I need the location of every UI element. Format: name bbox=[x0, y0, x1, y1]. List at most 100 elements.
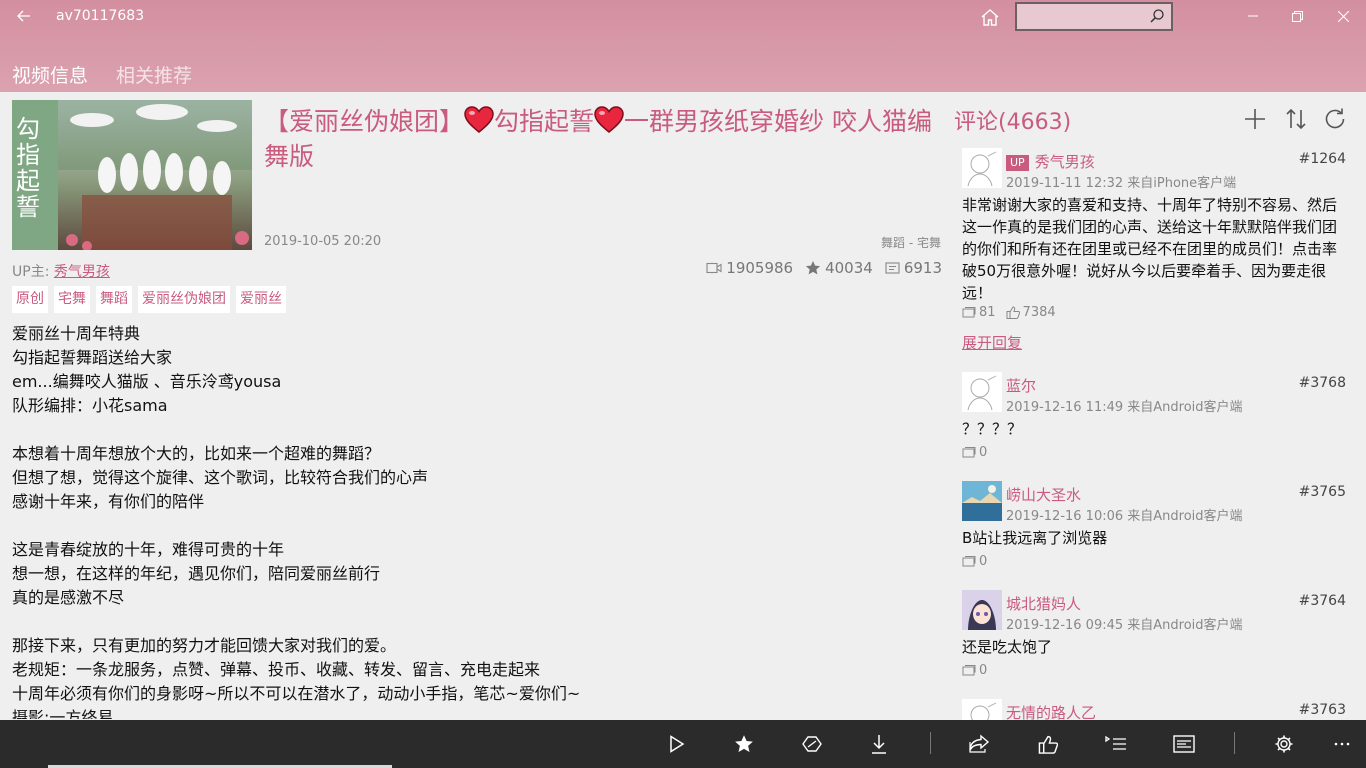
reply-count[interactable]: 81 bbox=[962, 305, 996, 320]
more-icon bbox=[1334, 742, 1350, 746]
description-line: 这是青春绽放的十年，难得可贵的十年 bbox=[12, 540, 285, 559]
tab-video-info[interactable]: 视频信息 bbox=[12, 61, 88, 88]
reply-count[interactable]: 0 bbox=[962, 445, 987, 460]
comment-time: 2019-11-11 12:32 来自iPhone客户端 bbox=[1006, 176, 1237, 191]
home-button[interactable] bbox=[976, 4, 1004, 30]
commenter-name[interactable]: 无情的路人乙 bbox=[1006, 702, 1096, 720]
settings-button[interactable] bbox=[1267, 728, 1301, 760]
commenter-name[interactable]: 崂山大圣水 bbox=[1006, 484, 1081, 505]
commenter-name[interactable]: UP 秀气男孩 bbox=[1006, 151, 1095, 172]
heart-icon bbox=[464, 106, 494, 133]
description-line: 感谢十年来，有你们的陪伴 bbox=[12, 492, 205, 511]
favorite-button[interactable] bbox=[727, 728, 761, 760]
avatar[interactable] bbox=[962, 699, 1002, 720]
danmaku-count: 6913 bbox=[903, 259, 942, 277]
description-line: 真的是感激不尽 bbox=[12, 588, 125, 607]
sort-button[interactable] bbox=[1281, 104, 1311, 134]
uploader-link[interactable]: 秀气男孩 bbox=[54, 264, 110, 280]
minimize-icon bbox=[1248, 15, 1258, 17]
danmaku-button[interactable] bbox=[1167, 728, 1201, 760]
uploader-label: UP主: bbox=[12, 264, 50, 280]
video-description: 爱丽丝十周年特典 勾指起誓舞蹈送给大家 em...编舞咬人猫版 、音乐泠鸢you… bbox=[12, 322, 932, 719]
commenter-name[interactable]: 蓝尔 bbox=[1006, 375, 1036, 396]
reply-count[interactable]: 0 bbox=[962, 554, 987, 569]
like-count[interactable]: 7384 bbox=[1006, 305, 1056, 320]
comment-floor: #3763 bbox=[1298, 702, 1346, 718]
commenter-name-text: 秀气男孩 bbox=[1034, 153, 1095, 171]
star-icon bbox=[735, 735, 753, 752]
description-line bbox=[12, 610, 932, 634]
avatar[interactable] bbox=[962, 481, 1002, 521]
sort-icon bbox=[1286, 108, 1306, 130]
tag[interactable]: 宅舞 bbox=[54, 286, 90, 313]
video-category: 舞蹈 - 宅舞 bbox=[881, 236, 941, 250]
reply-icon bbox=[962, 555, 976, 566]
publish-date: 2019-10-05 20:20 bbox=[264, 234, 382, 249]
avatar[interactable] bbox=[962, 148, 1002, 188]
description-line: 老规矩：一条龙服务，点赞、弹幕、投币、收藏、转发、留言、充电走起来 bbox=[12, 660, 541, 679]
comment-body: 还是吃太饱了 bbox=[962, 638, 1053, 656]
tag[interactable]: 原创 bbox=[12, 286, 48, 313]
comment-body: 非常谢谢大家的喜爱和支持、十周年了特别不容易、然后这一作真的是我们团的心声、送给… bbox=[962, 196, 1338, 302]
tag[interactable]: 舞蹈 bbox=[96, 286, 132, 313]
coin-button[interactable] bbox=[795, 728, 829, 760]
description-line bbox=[12, 418, 932, 442]
comment-floor: #1264 bbox=[1298, 151, 1346, 167]
tag[interactable]: 爱丽丝伪娘团 bbox=[138, 286, 230, 313]
more-button[interactable] bbox=[1325, 728, 1359, 760]
like-button[interactable] bbox=[1031, 728, 1065, 760]
close-icon bbox=[1337, 10, 1349, 22]
comment-body: ？？？？ bbox=[962, 420, 1023, 438]
comment-floor: #3765 bbox=[1298, 484, 1346, 500]
close-button[interactable] bbox=[1320, 0, 1366, 32]
views-stat: 1905986 bbox=[706, 259, 793, 277]
comments-title: 评论(4663) bbox=[954, 110, 1072, 135]
maximize-button[interactable] bbox=[1274, 0, 1320, 32]
description-line: 队形编排：小花sama bbox=[12, 396, 168, 415]
search-input[interactable] bbox=[1017, 4, 1147, 29]
reply-icon bbox=[962, 664, 976, 675]
comment-meta: 0 bbox=[962, 663, 987, 678]
video-cover[interactable]: 勾指起誓 bbox=[12, 100, 252, 250]
add-icon bbox=[1245, 109, 1265, 129]
playlist-icon bbox=[1105, 736, 1126, 750]
window-title: av70117683 bbox=[56, 8, 145, 24]
danmaku-icon bbox=[885, 262, 900, 274]
playlist-button[interactable] bbox=[1099, 728, 1133, 760]
share-button[interactable] bbox=[962, 728, 996, 760]
comment-list: UP 秀气男孩 #1264 2019-11-11 12:32 来自iPhone客户… bbox=[962, 148, 1346, 720]
reply-count[interactable]: 0 bbox=[962, 663, 987, 678]
avatar[interactable] bbox=[962, 590, 1002, 630]
description-line: 勾指起誓舞蹈送给大家 bbox=[12, 348, 173, 367]
add-comment-button[interactable] bbox=[1240, 104, 1270, 134]
danmaku-stat: 6913 bbox=[885, 259, 942, 277]
download-button[interactable] bbox=[862, 728, 896, 760]
search-icon[interactable] bbox=[1149, 8, 1165, 24]
search-box bbox=[1015, 2, 1173, 31]
video-title: 【爱丽丝伪娘团】 勾指起誓 一群男孩纸穿婚纱 咬人猫编舞版 bbox=[264, 104, 934, 174]
comment-meta: 0 bbox=[962, 554, 987, 569]
favorites-stat: 40034 bbox=[805, 259, 873, 277]
refresh-icon bbox=[1325, 108, 1345, 129]
back-arrow-icon bbox=[17, 10, 30, 22]
comment-time: 2019-12-16 11:49 来自Android客户端 bbox=[1006, 400, 1243, 415]
commenter-name[interactable]: 城北猎妈人 bbox=[1006, 593, 1081, 614]
expand-replies-link[interactable]: 展开回复 bbox=[962, 332, 1022, 353]
tab-related[interactable]: 相关推荐 bbox=[116, 61, 192, 88]
refresh-button[interactable] bbox=[1320, 104, 1350, 134]
star-icon bbox=[805, 261, 821, 275]
views-count: 1905986 bbox=[726, 259, 794, 277]
comment-meta: 0 bbox=[962, 445, 987, 460]
minimize-button[interactable] bbox=[1230, 0, 1276, 32]
avatar[interactable] bbox=[962, 372, 1002, 412]
comment-floor: #3768 bbox=[1298, 375, 1346, 391]
thumbs-up-icon bbox=[1038, 735, 1058, 754]
description-line: 但想了想，觉得这个旋律、这个歌词，比较符合我们的心声 bbox=[12, 468, 429, 487]
title-part-1: 【爱丽丝伪娘团】 bbox=[264, 107, 465, 136]
tag[interactable]: 爱丽丝 bbox=[236, 286, 286, 313]
reply-icon bbox=[962, 306, 976, 317]
heart-icon bbox=[594, 106, 624, 133]
play-button[interactable] bbox=[660, 728, 694, 760]
back-button[interactable] bbox=[8, 4, 40, 28]
separator bbox=[1234, 732, 1235, 754]
